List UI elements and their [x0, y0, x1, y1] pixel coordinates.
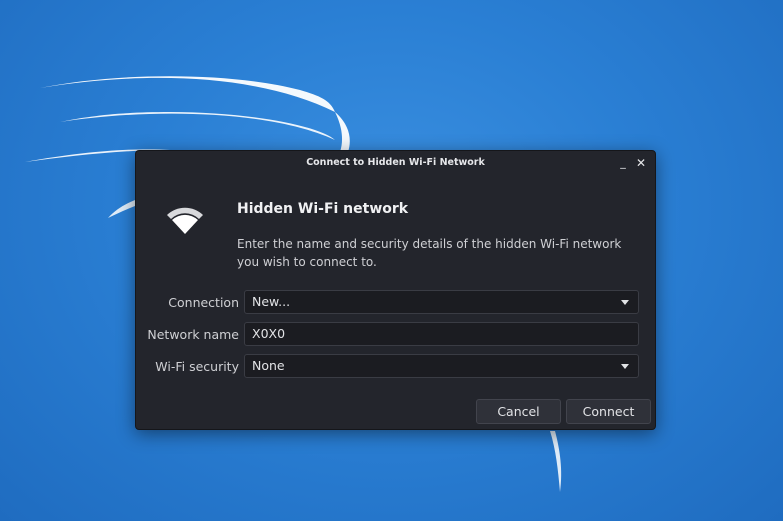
dialog-description: Enter the name and security details of t…	[237, 237, 622, 269]
wifi-security-dropdown[interactable]: None	[244, 354, 639, 378]
network-name-label: Network name	[147, 327, 239, 342]
connection-value: New...	[252, 294, 291, 309]
connect-button[interactable]: Connect	[566, 399, 651, 424]
dialog-title: Connect to Hidden Wi-Fi Network	[306, 157, 485, 168]
network-name-value: X0X0	[252, 326, 286, 341]
chevron-down-icon	[621, 364, 629, 369]
chevron-down-icon	[621, 300, 629, 305]
wifi-icon	[167, 207, 203, 234]
connection-label: Connection	[168, 295, 239, 310]
close-button[interactable]: ✕	[633, 154, 649, 172]
dialog-heading: Hidden Wi-Fi network	[237, 201, 409, 217]
connection-dropdown[interactable]: New...	[244, 290, 639, 314]
network-name-input[interactable]: X0X0	[244, 322, 639, 346]
dialog-titlebar[interactable]: Connect to Hidden Wi-Fi Network _ ✕	[136, 151, 655, 175]
wifi-security-label: Wi-Fi security	[155, 359, 239, 374]
cancel-button[interactable]: Cancel	[476, 399, 561, 424]
hidden-wifi-dialog: Connect to Hidden Wi-Fi Network _ ✕ Hidd…	[135, 150, 656, 430]
minimize-button[interactable]: _	[615, 154, 631, 172]
wifi-security-value: None	[252, 358, 285, 373]
